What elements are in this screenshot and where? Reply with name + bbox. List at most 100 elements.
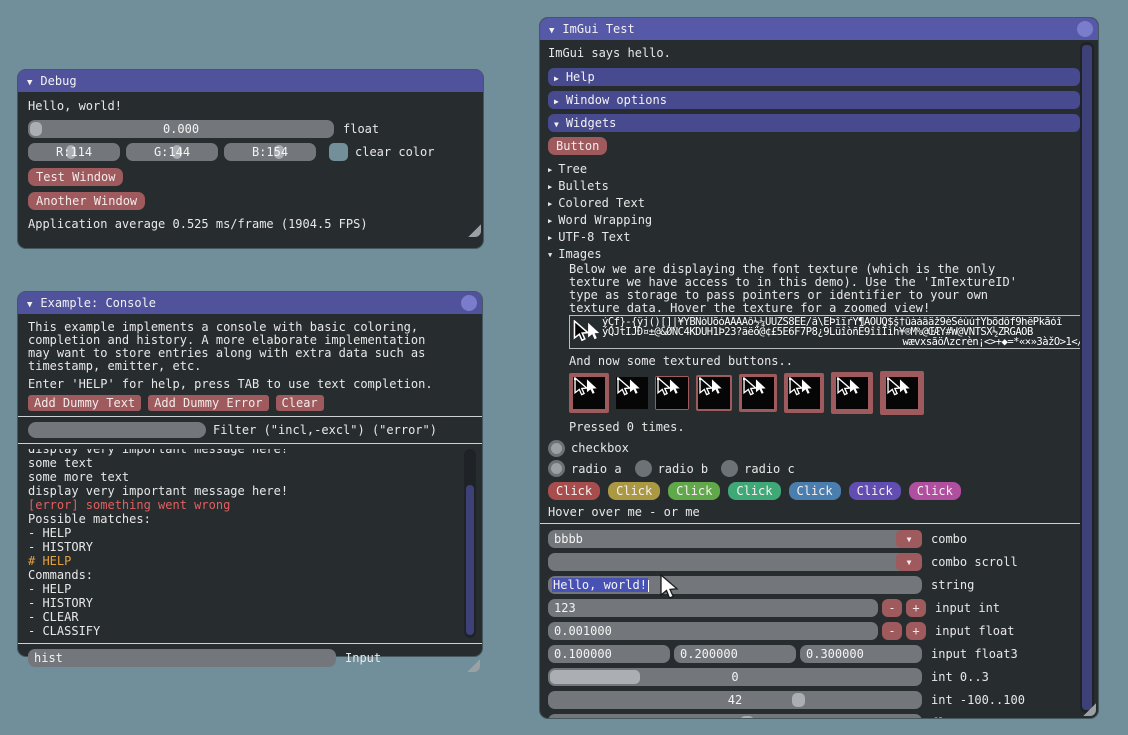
click-button-7[interactable]: Click	[909, 482, 961, 500]
tree-node-label: Bullets	[558, 178, 609, 195]
collapsed-arrow-icon	[554, 93, 559, 107]
radio-c[interactable]: radio c	[721, 460, 795, 477]
image-button-2[interactable]	[616, 377, 648, 409]
log-line: display very important message here!	[28, 449, 476, 456]
green-slider-value: G:144	[126, 145, 218, 159]
image-button-6[interactable]	[784, 373, 824, 413]
click-button-6[interactable]: Click	[849, 482, 901, 500]
header-help[interactable]: Help	[548, 68, 1080, 86]
increment-button[interactable]: +	[906, 599, 926, 617]
command-input[interactable]: hist	[28, 649, 336, 667]
cursor-glyphs-icon	[573, 377, 599, 398]
tree-node-tree[interactable]: Tree	[548, 161, 1080, 178]
cursor-glyphs-icon	[886, 377, 912, 398]
clear-color-swatch[interactable]	[329, 143, 348, 161]
int-input[interactable]: 123	[548, 599, 878, 617]
scrollbar-grab[interactable]	[1082, 45, 1092, 710]
resize-grip[interactable]	[467, 223, 481, 237]
close-button[interactable]	[461, 295, 477, 311]
console-scrollbar[interactable]	[464, 449, 476, 638]
clear-button[interactable]: Clear	[276, 395, 324, 411]
separator	[540, 523, 1088, 524]
float3-input-z[interactable]: 0.300000	[800, 645, 922, 663]
tree-arrow-icon	[548, 195, 558, 212]
cursor-glyphs-icon	[616, 377, 642, 398]
collapse-arrow-icon[interactable]	[549, 22, 554, 36]
tree-node-images[interactable]: Images	[548, 246, 1080, 263]
slider-label: int -100..100	[931, 693, 1025, 707]
radio-b[interactable]: radio b	[635, 460, 709, 477]
image-button-1[interactable]	[569, 373, 609, 413]
red-slider[interactable]: R:114	[28, 143, 120, 161]
decrement-button[interactable]: -	[882, 599, 902, 617]
filter-input[interactable]	[28, 422, 206, 438]
console-log[interactable]: display very important message here! som…	[28, 449, 476, 638]
resize-grip[interactable]	[1082, 702, 1096, 716]
button-widget[interactable]: Button	[548, 137, 607, 155]
int-slider-0-3[interactable]: 0	[548, 668, 922, 686]
combo-arrow-button[interactable]	[896, 553, 922, 571]
float-slider[interactable]: 0.000	[28, 120, 334, 138]
resize-grip[interactable]	[466, 658, 480, 672]
slider-value: 42	[548, 693, 922, 707]
header-widgets[interactable]: Widgets	[548, 114, 1080, 132]
hover-text[interactable]: Hover over me - or me	[548, 506, 1080, 519]
font-texture-image[interactable]: ýÇf}-{ÿj()[]|¥ÝBÑòÙõóÃÅÄÀô½¼ÙÚŽŠ8ÉÈ/â\ÈÞ…	[569, 315, 1086, 349]
header-window-options[interactable]: Window options	[548, 91, 1080, 109]
click-button-4[interactable]: Click	[728, 482, 780, 500]
float3-input-x[interactable]: 0.100000	[548, 645, 670, 663]
add-dummy-text-button[interactable]: Add Dummy Text	[28, 395, 141, 411]
click-button-1[interactable]: Click	[548, 482, 600, 500]
checkbox[interactable]	[548, 440, 565, 457]
string-input[interactable]: Hello, world!	[548, 576, 922, 594]
decrement-button[interactable]: -	[882, 622, 902, 640]
image-button-5[interactable]	[739, 374, 777, 412]
test-window-button[interactable]: Test Window	[28, 168, 123, 186]
tree-node-utf8-text[interactable]: UTF-8 Text	[548, 229, 1080, 246]
expanded-arrow-icon	[554, 116, 559, 130]
image-button-8[interactable]	[880, 371, 924, 415]
image-button-7[interactable]	[831, 372, 873, 414]
float-input[interactable]: 0.001000	[548, 622, 878, 640]
scrollbar-grab[interactable]	[466, 485, 474, 635]
collapse-arrow-icon[interactable]	[27, 296, 32, 310]
combo-label: combo	[931, 532, 967, 546]
radio-a[interactable]: radio a	[548, 460, 622, 477]
float3-input-y[interactable]: 0.200000	[674, 645, 796, 663]
another-window-button[interactable]: Another Window	[28, 192, 145, 210]
intro-text-line: timestamp, emitter, etc.	[28, 360, 472, 373]
image-button-3[interactable]	[655, 376, 689, 410]
combo-arrow-button[interactable]	[896, 530, 922, 548]
click-buttons-row: Click Click Click Click Click Click Clic…	[548, 482, 1080, 500]
increment-button[interactable]: +	[906, 622, 926, 640]
add-dummy-error-button[interactable]: Add Dummy Error	[148, 395, 268, 411]
int-slider-neg100-100[interactable]: 42	[548, 691, 922, 709]
log-line: - HELP	[28, 582, 476, 596]
combo-scroll-box[interactable]	[548, 553, 922, 571]
tree-arrow-icon	[548, 178, 558, 195]
click-button-2[interactable]: Click	[608, 482, 660, 500]
blue-slider[interactable]: B:154	[224, 143, 316, 161]
float-slider[interactable]: 1.123	[548, 714, 922, 718]
imgui-test-titlebar[interactable]: ImGui Test	[540, 18, 1098, 40]
tree-node-colored-text[interactable]: Colored Text	[548, 195, 1080, 212]
click-button-3[interactable]: Click	[668, 482, 720, 500]
close-button[interactable]	[1077, 21, 1093, 37]
image-button-4[interactable]	[696, 375, 732, 411]
debug-titlebar[interactable]: Debug	[18, 70, 483, 92]
green-slider[interactable]: G:144	[126, 143, 218, 161]
collapsed-arrow-icon	[554, 70, 559, 84]
int-input-label: input int	[935, 601, 1000, 615]
collapse-arrow-icon[interactable]	[27, 74, 32, 88]
tree-node-word-wrapping[interactable]: Word Wrapping	[548, 212, 1080, 229]
window-scrollbar[interactable]	[1080, 42, 1094, 713]
log-line: - HELP	[28, 526, 476, 540]
console-titlebar[interactable]: Example: Console	[18, 292, 482, 314]
float3-value: 0.300000	[800, 647, 864, 661]
imgui-test-window: ImGui Test ImGui says hello. Help Window…	[540, 18, 1098, 718]
combo-value: bbbb	[548, 532, 583, 546]
tree-node-bullets[interactable]: Bullets	[548, 178, 1080, 195]
combo-box[interactable]: bbbb	[548, 530, 922, 548]
log-line: - HISTORY	[28, 540, 476, 554]
click-button-5[interactable]: Click	[789, 482, 841, 500]
